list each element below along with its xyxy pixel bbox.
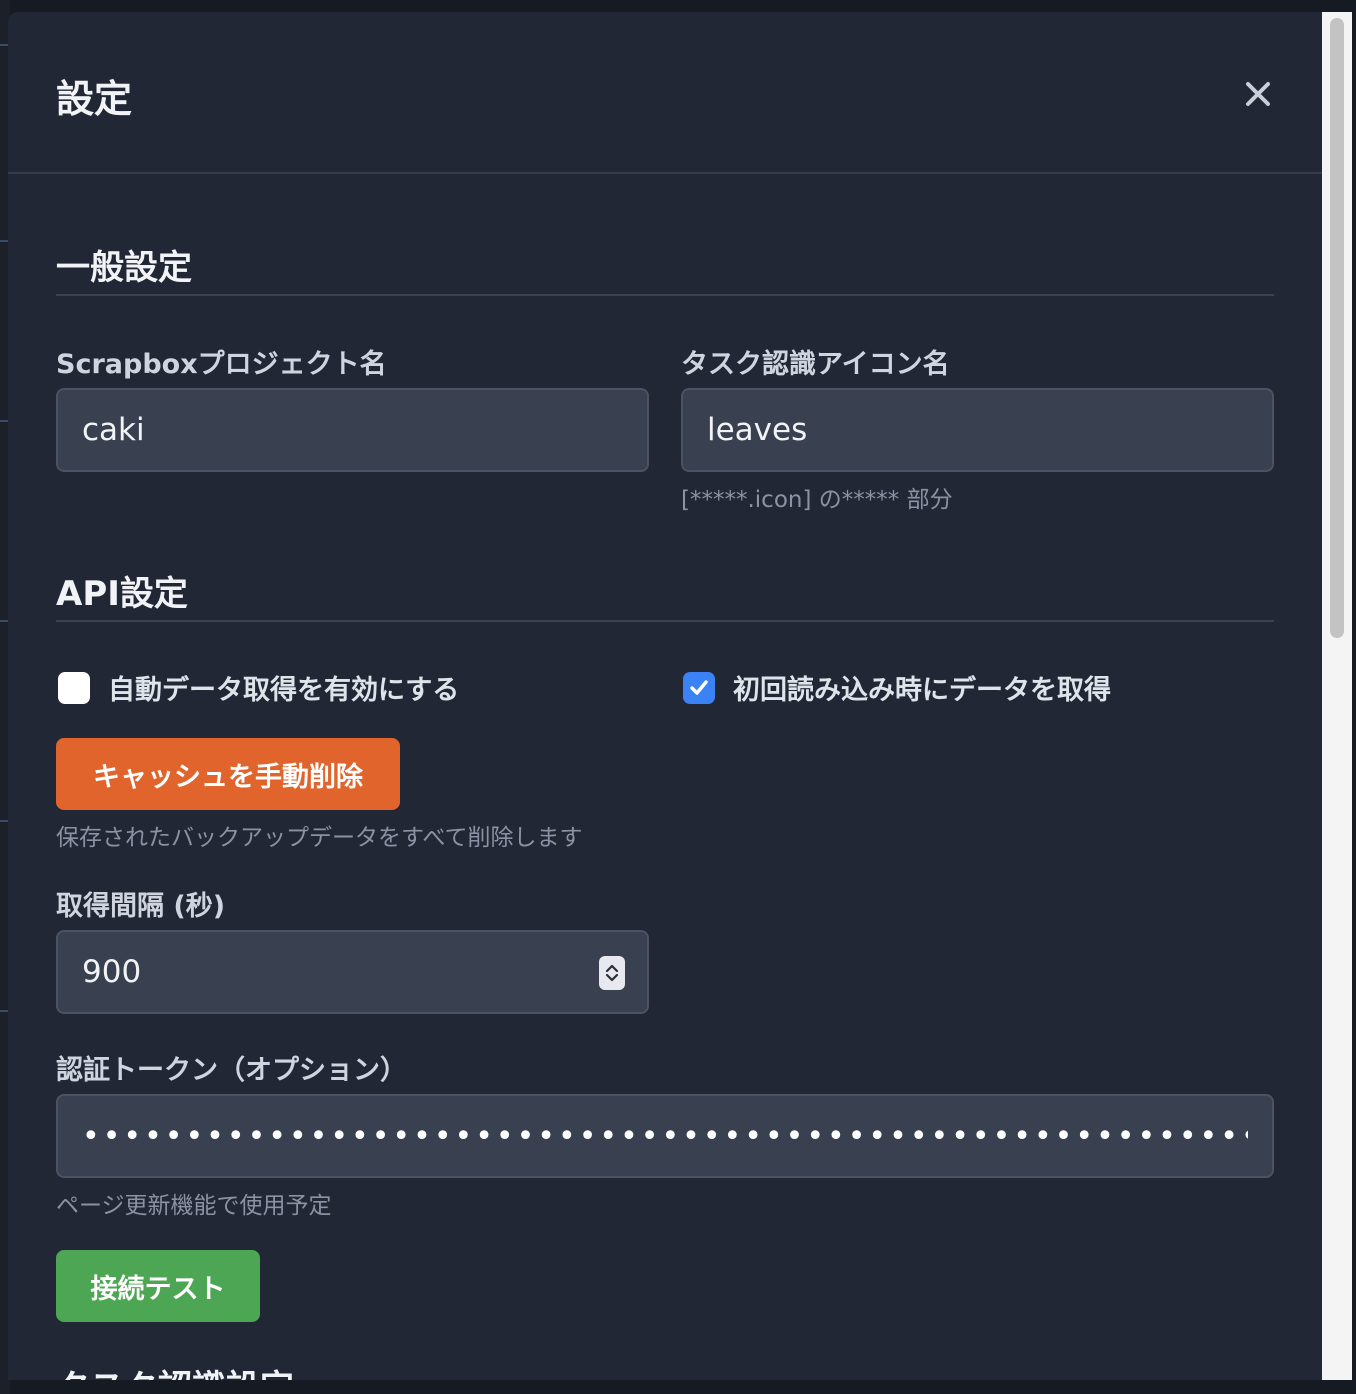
auto-fetch-label: 自動データ取得を有効にする (108, 675, 460, 706)
strip-mark (0, 420, 8, 422)
scrollbar-track[interactable] (1322, 12, 1352, 1380)
chevron-up-icon (605, 964, 619, 973)
section-title-api: API設定 (56, 574, 188, 614)
interval-label: 取得間隔 (秒) (56, 891, 226, 922)
icon-name-hint: [*****.icon] の***** 部分 (681, 487, 953, 513)
close-icon (1246, 82, 1270, 106)
project-name-input[interactable]: caki (56, 388, 649, 472)
interval-input[interactable]: 900 (56, 930, 649, 1014)
initial-fetch-option[interactable]: 初回読み込み時にデータを取得 (683, 668, 1111, 707)
strip-mark (0, 1010, 8, 1012)
section-divider (56, 620, 1274, 622)
strip-mark (0, 44, 8, 46)
scrollbar-thumb[interactable] (1330, 18, 1344, 638)
icon-name-value: leaves (707, 412, 808, 448)
modal-title: 設定 (56, 77, 133, 121)
strip-mark (0, 240, 8, 242)
chevron-down-icon (605, 973, 619, 982)
number-stepper[interactable] (599, 956, 625, 990)
modal-header: 設定 (8, 12, 1322, 174)
auto-fetch-option[interactable]: 自動データ取得を有効にする (58, 668, 459, 707)
token-input[interactable]: ••••••••••••••••••••••••••••••••••••••••… (56, 1094, 1274, 1178)
icon-name-input[interactable]: leaves (681, 388, 1274, 472)
interval-value: 900 (82, 954, 142, 990)
checkmark-icon (690, 679, 708, 695)
clear-cache-button[interactable]: キャッシュを手動削除 (56, 738, 400, 810)
section-title-general: 一般設定 (56, 248, 192, 288)
project-name-label: Scrapboxプロジェクト名 (56, 349, 387, 380)
settings-modal: 設定 一般設定 Scrapboxプロジェクト名 caki タスク認識アイコン名 … (8, 12, 1322, 1380)
strip-mark (0, 820, 8, 822)
section-divider (56, 294, 1274, 296)
connection-test-button[interactable]: 接続テスト (56, 1250, 260, 1322)
project-name-value: caki (82, 412, 145, 448)
token-hint: ページ更新機能で使用予定 (56, 1193, 332, 1219)
initial-fetch-checkbox[interactable] (683, 671, 715, 704)
auto-fetch-checkbox[interactable] (58, 671, 90, 704)
token-label: 認証トークン（オプション） (56, 1055, 407, 1086)
icon-name-label: タスク認識アイコン名 (681, 349, 950, 380)
close-button[interactable] (1238, 74, 1278, 114)
clear-cache-hint: 保存されたバックアップデータをすべて削除します (56, 825, 583, 851)
initial-fetch-label: 初回読み込み時にデータを取得 (733, 675, 1111, 706)
strip-mark (0, 620, 8, 622)
section-title-task: タスク認識設定 (56, 1360, 294, 1380)
token-value: ••••••••••••••••••••••••••••••••••••••••… (82, 1118, 1248, 1154)
